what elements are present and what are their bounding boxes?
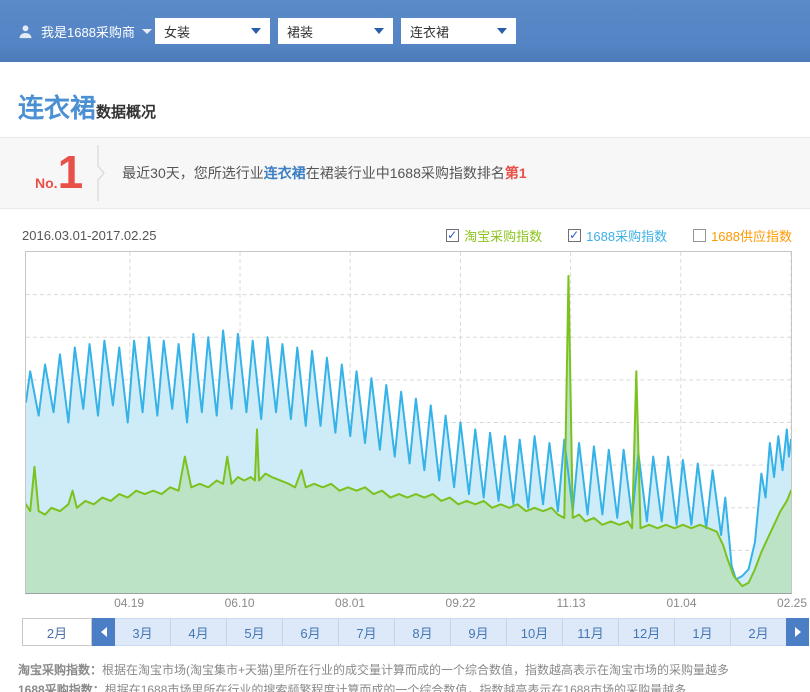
rank-number: 1 [58, 152, 84, 193]
x-tick-label: 06.10 [225, 596, 255, 610]
chevron-down-icon [374, 28, 384, 34]
rank-banner: No. 1 最近30天，您所选行业连衣裙在裙装行业中1688采购指数排名第1 [0, 137, 810, 209]
user-menu-label: 我是1688采购商 [41, 22, 135, 41]
legend-label: 淘宝采购指数 [464, 226, 542, 245]
month-tab[interactable]: 5月 [226, 619, 282, 645]
date-range-label: 2016.03.01-2017.02.25 [22, 228, 156, 243]
month-select-value: 2月 [47, 623, 67, 642]
month-tab[interactable]: 3月 [115, 619, 170, 645]
rank-sentence-keyword: 连衣裙 [264, 165, 306, 181]
rank-sentence-pre: 最近30天，您所选行业 [122, 165, 264, 181]
legend-item-taobao-index[interactable]: 淘宝采购指数 [446, 226, 542, 245]
x-tick-label: 02.25 [777, 596, 807, 610]
footnote-label: 1688采购指数： [18, 683, 105, 692]
top-header: 我是1688采购商 女装 裙装 连衣裙 [0, 0, 810, 62]
month-tabs: 3月4月5月6月7月8月9月10月11月12月1月2月 [115, 618, 786, 646]
category-dropdown-1-value: 女装 [164, 22, 190, 41]
x-tick-label: 11.13 [556, 596, 585, 610]
category-dropdown-1[interactable]: 女装 [155, 18, 270, 44]
footnote-text: 根据在淘宝市场(淘宝集市+天猫)里所在行业的成交量计算而成的一个综合数值，指数越… [102, 663, 729, 677]
page-title-keyword: 连衣裙 [18, 88, 96, 125]
legend-label: 1688采购指数 [586, 226, 667, 245]
rank-sentence-mid: 在裙装行业中1688采购指数排名 [306, 165, 505, 181]
legend-item-1688-purchase-index[interactable]: 1688采购指数 [568, 226, 667, 245]
month-select-box[interactable]: 2月 [22, 618, 92, 646]
checkbox-icon[interactable] [693, 229, 706, 242]
category-dropdown-2-value: 裙装 [287, 22, 313, 41]
category-dropdown-3-value: 连衣裙 [410, 22, 449, 41]
index-footnotes: 淘宝采购指数：根据在淘宝市场(淘宝集市+天猫)里所在行业的成交量计算而成的一个综… [18, 660, 810, 692]
month-tab[interactable]: 12月 [618, 619, 674, 645]
month-tab[interactable]: 7月 [338, 619, 394, 645]
arrow-left-icon [101, 627, 107, 637]
month-tab[interactable]: 11月 [562, 619, 618, 645]
legend-label: 1688供应指数 [711, 226, 792, 245]
divider-notch-icon [97, 145, 106, 201]
x-tick-label: 01.04 [667, 596, 697, 610]
x-tick-label: 08.01 [335, 596, 365, 610]
category-dropdown-3[interactable]: 连衣裙 [401, 18, 516, 44]
category-dropdown-2[interactable]: 裙装 [278, 18, 393, 44]
chevron-down-icon [497, 28, 507, 34]
chart-canvas[interactable] [26, 252, 791, 593]
legend-item-1688-supply-index[interactable]: 1688供应指数 [693, 226, 792, 245]
index-trend-chart[interactable] [25, 251, 792, 594]
month-scroll-left-button[interactable] [92, 618, 115, 646]
page-title: 连衣裙 数据概况 [18, 88, 810, 118]
user-menu[interactable]: 我是1688采购商 [18, 22, 155, 41]
rank-sentence-rank: 第1 [505, 165, 527, 181]
rank-sentence: 最近30天，您所选行业连衣裙在裙装行业中1688采购指数排名第1 [122, 163, 527, 183]
checkbox-icon[interactable] [568, 229, 581, 242]
rank-badge: No. 1 [35, 152, 83, 193]
checkbox-icon[interactable] [446, 229, 459, 242]
x-tick-label: 09.22 [446, 596, 476, 610]
arrow-right-icon [795, 627, 801, 637]
chart-legend: 淘宝采购指数 1688采购指数 1688供应指数 [420, 226, 792, 245]
month-tab[interactable]: 10月 [506, 619, 562, 645]
footnote-1688: 1688采购指数：根据在1688市场里所在行业的搜索频繁程度计算而成的一个综合数… [18, 680, 810, 692]
month-selector-bar: 2月 3月4月5月6月7月8月9月10月11月12月1月2月 [22, 618, 809, 646]
month-scroll-right-button[interactable] [786, 618, 809, 646]
user-icon [18, 24, 33, 39]
month-tab[interactable]: 9月 [450, 619, 506, 645]
month-tab[interactable]: 1月 [674, 619, 730, 645]
chevron-down-icon [142, 29, 152, 34]
month-tab[interactable]: 2月 [730, 619, 786, 645]
month-tab[interactable]: 6月 [282, 619, 338, 645]
footnote-taobao: 淘宝采购指数：根据在淘宝市场(淘宝集市+天猫)里所在行业的成交量计算而成的一个综… [18, 660, 810, 680]
x-tick-label: 04.19 [114, 596, 144, 610]
page-title-suffix: 数据概况 [96, 101, 156, 122]
month-tab[interactable]: 8月 [394, 619, 450, 645]
chevron-down-icon [251, 28, 261, 34]
month-tab[interactable]: 4月 [170, 619, 226, 645]
x-axis-labels: 04.19 06.10 08.01 09.22 11.13 01.04 02.25 [0, 596, 810, 614]
footnote-label: 淘宝采购指数： [18, 663, 102, 677]
footnote-text: 根据在1688市场里所在行业的搜索频繁程度计算而成的一个综合数值，指数越高表示在… [105, 683, 686, 692]
rank-prefix: No. [35, 175, 58, 191]
